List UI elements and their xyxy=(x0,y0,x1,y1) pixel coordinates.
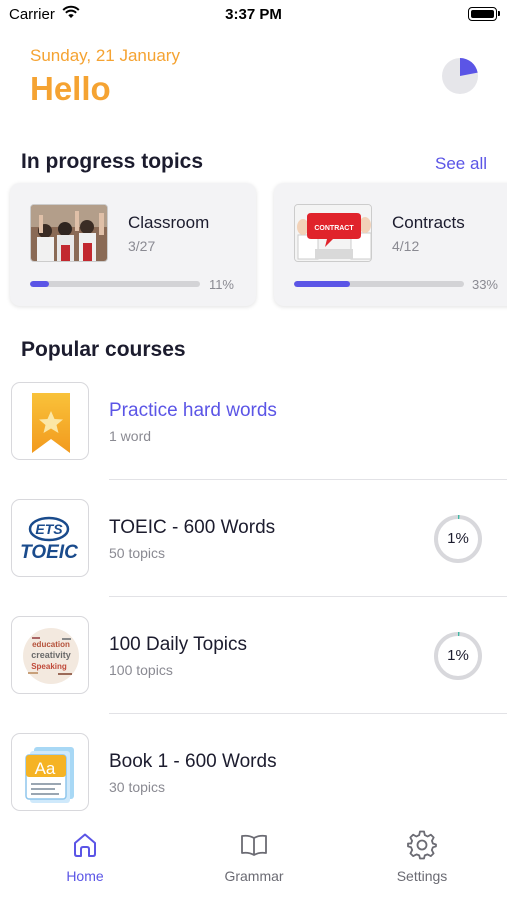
topic-title: Classroom xyxy=(128,213,210,232)
course-subtitle: 100 topics xyxy=(109,662,173,678)
course-row-practice-hard-words[interactable]: Practice hard words 1 word xyxy=(0,382,507,499)
course-progress-label: 1% xyxy=(447,647,469,664)
see-all-link[interactable]: See all xyxy=(435,154,487,174)
status-bar: Carrier 3:37 PM xyxy=(0,0,507,30)
book-open-icon xyxy=(241,834,267,856)
popular-courses-title: Popular courses xyxy=(21,338,186,361)
course-row-toeic[interactable]: ETS TOEIC TOEIC - 600 Words 50 topics 1% xyxy=(0,499,507,616)
tab-label: Grammar xyxy=(224,868,284,884)
tab-label: Settings xyxy=(396,868,448,884)
topic-card-contracts[interactable]: CONTRACT Contracts 4/12 33% xyxy=(274,183,507,306)
course-title: Practice hard words xyxy=(109,400,277,421)
course-subtitle: 30 topics xyxy=(109,779,166,795)
topic-card-classroom[interactable]: Classroom 3/27 11% xyxy=(10,183,256,306)
bookmark-star-icon xyxy=(11,382,89,460)
logo-ets-text: ETS xyxy=(35,521,63,537)
greeting-title: Hello xyxy=(30,70,111,107)
clock: 3:37 PM xyxy=(225,6,282,23)
contracts-thumbnail: CONTRACT xyxy=(294,204,372,262)
overall-progress-pie-icon[interactable] xyxy=(441,57,479,95)
divider xyxy=(109,479,507,480)
course-subtitle: 1 word xyxy=(109,428,152,444)
topic-count: 4/12 xyxy=(392,238,420,254)
topic-progress-fill xyxy=(294,281,351,287)
word-cloud-icon: education creativity Speaking xyxy=(11,616,89,694)
divider xyxy=(109,713,507,714)
book-aa-icon: Aa xyxy=(11,733,89,811)
topic-count: 3/27 xyxy=(128,238,156,254)
topic-title: Contracts xyxy=(392,213,465,232)
ets-toeic-logo: ETS TOEIC xyxy=(11,499,89,577)
topic-progress-fill xyxy=(30,281,49,287)
tab-label: Home xyxy=(66,868,104,884)
course-row-100-daily-topics[interactable]: education creativity Speaking 100 Daily … xyxy=(0,616,507,733)
tab-bar: Home Grammar Settings xyxy=(0,818,507,900)
book-letters-text: Aa xyxy=(35,759,56,778)
battery-icon xyxy=(468,7,500,21)
course-progress-label: 1% xyxy=(447,530,469,547)
topic-progress-bar xyxy=(294,281,464,287)
topic-percent: 11% xyxy=(208,277,234,292)
gear-icon xyxy=(407,830,437,860)
contract-thumb-text: CONTRACT xyxy=(314,225,354,232)
course-title: 100 Daily Topics xyxy=(109,634,248,655)
tab-settings[interactable]: Settings xyxy=(362,830,482,884)
course-title: Book 1 - 600 Words xyxy=(109,751,277,772)
cloud-word-creativity: creativity xyxy=(31,650,71,660)
logo-toeic-text: TOEIC xyxy=(20,542,78,563)
course-title: TOEIC - 600 Words xyxy=(109,517,276,538)
divider xyxy=(109,596,507,597)
current-date: Sunday, 21 January xyxy=(30,46,180,65)
tab-home[interactable]: Home xyxy=(25,830,145,884)
topic-progress-bar xyxy=(30,281,200,287)
cloud-word-speaking: Speaking xyxy=(31,662,67,671)
cloud-word-education: education xyxy=(32,640,70,649)
tab-grammar[interactable]: Grammar xyxy=(194,830,314,884)
topic-percent: 33% xyxy=(471,277,498,292)
home-icon xyxy=(74,833,96,857)
classroom-thumbnail xyxy=(30,204,108,262)
course-subtitle: 50 topics xyxy=(109,545,166,561)
in-progress-title: In progress topics xyxy=(21,150,204,173)
